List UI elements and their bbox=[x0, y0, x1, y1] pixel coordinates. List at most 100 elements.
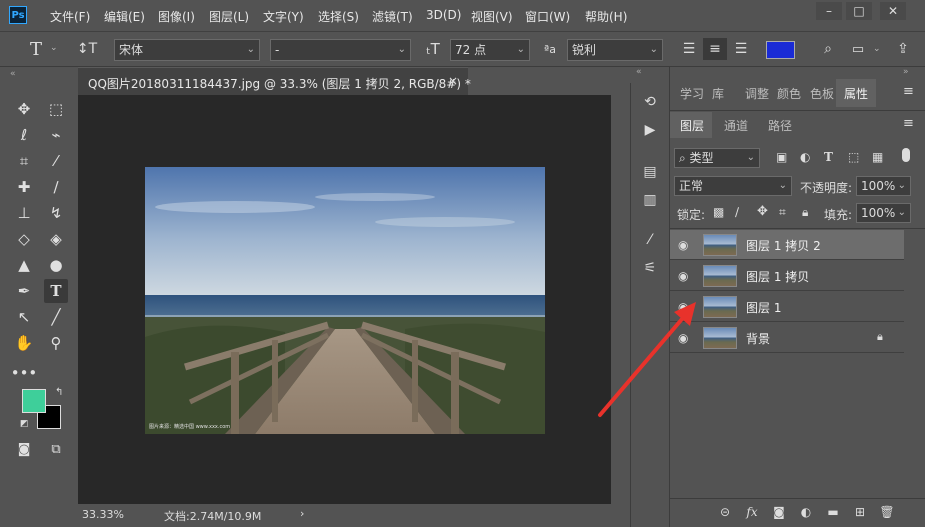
tool-preset-chevron-icon[interactable]: ⌄ bbox=[50, 43, 58, 53]
chevron-down-icon[interactable]: ⌄ bbox=[873, 44, 881, 54]
filter-pixel-icon[interactable]: ▣ bbox=[776, 150, 787, 164]
layer-lock-icon[interactable]: 🔒︎ bbox=[877, 330, 883, 344]
menu-type[interactable]: 文字(Y) bbox=[263, 8, 304, 25]
tab-color[interactable]: 颜色 bbox=[777, 85, 801, 107]
font-style-select[interactable]: - ⌄ bbox=[270, 39, 411, 61]
layer-row[interactable]: ◉ 图层 1 拷贝 2 bbox=[670, 230, 904, 260]
brush-settings-icon[interactable]: ⁄ bbox=[639, 229, 661, 251]
filter-shape-icon[interactable]: ⬚ bbox=[848, 150, 859, 164]
lock-transparent-icon[interactable]: ▩ bbox=[713, 205, 724, 219]
visibility-eye-icon[interactable]: ◉ bbox=[678, 269, 692, 283]
blur-tool-icon[interactable]: ▲ bbox=[12, 253, 36, 277]
lock-position-icon[interactable]: ✥ bbox=[757, 204, 768, 219]
paint-bucket-tool-icon[interactable]: ◈ bbox=[44, 227, 68, 251]
lock-all-icon[interactable]: 🔒︎ bbox=[802, 205, 808, 220]
status-menu-arrow-icon[interactable]: › bbox=[300, 507, 304, 520]
type-tool-icon[interactable]: T bbox=[26, 38, 46, 60]
zoom-level[interactable]: 33.33% bbox=[82, 508, 124, 521]
healing-brush-tool-icon[interactable]: ✚ bbox=[12, 175, 36, 199]
info-panel-icon[interactable]: ▥ bbox=[639, 189, 661, 211]
crop-tool-icon[interactable]: ⌗ bbox=[12, 149, 36, 173]
font-family-select[interactable]: 宋体 ⌄ bbox=[114, 39, 260, 61]
layer-row[interactable]: ◉ 图层 1 拷贝 bbox=[670, 261, 904, 291]
history-panel-icon[interactable]: ⟲ bbox=[639, 91, 661, 113]
search-icon[interactable]: ⌕ bbox=[818, 38, 838, 60]
zoom-tool-icon[interactable]: ⚲ bbox=[44, 331, 68, 355]
menu-layer[interactable]: 图层(L) bbox=[209, 8, 249, 25]
eraser-tool-icon[interactable]: ◇ bbox=[12, 227, 36, 251]
canvas-area[interactable]: 图片来源：精选中国 www.xxx.com bbox=[78, 95, 611, 504]
workspace-icon[interactable]: ▭ bbox=[848, 38, 868, 60]
dodge-tool-icon[interactable]: ● bbox=[44, 253, 68, 277]
default-colors-icon[interactable]: ◩ bbox=[20, 419, 29, 429]
lock-artboard-icon[interactable]: ⌗ bbox=[779, 205, 786, 220]
screen-mode-icon[interactable]: ⧉ bbox=[44, 437, 68, 461]
close-window-icon[interactable]: ✕ bbox=[880, 2, 906, 20]
menu-select[interactable]: 选择(S) bbox=[318, 8, 359, 25]
eyedropper-tool-icon[interactable]: ⁄ bbox=[44, 149, 68, 173]
history-brush-tool-icon[interactable]: ↯ bbox=[44, 201, 68, 225]
blend-mode-select[interactable]: 正常 ⌄ bbox=[674, 176, 792, 196]
type-tool-icon[interactable]: T bbox=[44, 279, 68, 303]
tab-layers[interactable]: 图层 bbox=[680, 117, 704, 134]
collapse-arrows-icon[interactable]: « bbox=[636, 67, 642, 77]
hand-tool-icon[interactable]: ✋ bbox=[12, 331, 36, 355]
filter-smart-object-icon[interactable]: ▦ bbox=[872, 150, 883, 164]
menu-help[interactable]: 帮助(H) bbox=[585, 8, 627, 25]
filter-toggle-icon[interactable] bbox=[902, 148, 910, 162]
tool-presets-icon[interactable]: ⚟ bbox=[639, 257, 661, 279]
lasso-tool-icon[interactable]: ℓ bbox=[12, 123, 36, 147]
font-size-select[interactable]: 72 点 ⌄ bbox=[450, 39, 530, 61]
actions-panel-icon[interactable]: ▶ bbox=[639, 119, 661, 141]
lock-pixels-icon[interactable]: ∕ bbox=[735, 205, 739, 219]
group-icon[interactable]: ▬ bbox=[824, 503, 842, 521]
marquee-tool-icon[interactable]: ⬚ bbox=[44, 97, 68, 121]
tab-swatches[interactable]: 色板 bbox=[810, 85, 834, 107]
brush-tool-icon[interactable]: ∕ bbox=[44, 175, 68, 199]
tab-paths[interactable]: 路径 bbox=[768, 117, 792, 134]
align-center-icon[interactable]: ≡ bbox=[703, 38, 727, 60]
collapse-arrows-icon[interactable]: « bbox=[10, 69, 16, 79]
antialias-select[interactable]: 锐利 ⌄ bbox=[567, 39, 663, 61]
properties-panel-icon[interactable]: ▤ bbox=[639, 161, 661, 183]
swap-colors-icon[interactable]: ↰ bbox=[55, 387, 63, 398]
layer-name[interactable]: 图层 1 bbox=[746, 299, 781, 316]
path-selection-tool-icon[interactable]: ↖ bbox=[12, 305, 36, 329]
orientation-toggle-icon[interactable]: ↕T bbox=[76, 38, 98, 60]
layer-name[interactable]: 图层 1 拷贝 bbox=[746, 268, 809, 285]
tab-libraries[interactable]: 库 bbox=[712, 85, 724, 107]
foreground-color-swatch[interactable] bbox=[22, 389, 46, 413]
document-tab[interactable]: QQ图片20180311184437.jpg @ 33.3% (图层 1 拷贝 … bbox=[78, 67, 471, 95]
menu-window[interactable]: 窗口(W) bbox=[525, 8, 570, 25]
menu-file[interactable]: 文件(F) bbox=[50, 8, 90, 25]
tab-adjustments[interactable]: 调整 bbox=[745, 85, 769, 107]
menu-3d[interactable]: 3D(D) bbox=[426, 8, 461, 22]
align-right-icon[interactable]: ☰ bbox=[730, 38, 752, 60]
filter-type-icon[interactable]: T bbox=[824, 150, 833, 164]
visibility-eye-icon[interactable]: ◉ bbox=[678, 238, 692, 252]
layer-name[interactable]: 背景 bbox=[746, 330, 770, 347]
expand-arrows-icon[interactable]: » bbox=[903, 67, 909, 77]
fx-icon[interactable]: fx bbox=[743, 503, 761, 521]
share-icon[interactable]: ⇪ bbox=[893, 38, 913, 60]
menu-edit[interactable]: 编辑(E) bbox=[104, 8, 145, 25]
clone-stamp-tool-icon[interactable]: ⊥ bbox=[12, 201, 36, 225]
fill-input[interactable]: 100% ⌄ bbox=[856, 203, 911, 223]
layer-name[interactable]: 图层 1 拷贝 2 bbox=[746, 237, 821, 254]
pen-tool-icon[interactable]: ✒ bbox=[12, 279, 36, 303]
quick-mask-icon[interactable]: ◙ bbox=[12, 437, 36, 461]
tab-properties[interactable]: 属性 bbox=[844, 85, 868, 107]
layer-filter-select[interactable]: ⌕ 类型 ⌄ bbox=[674, 148, 760, 168]
more-tools-icon[interactable]: ••• bbox=[11, 361, 38, 385]
filter-adjustment-icon[interactable]: ◐ bbox=[800, 150, 810, 164]
quick-selection-tool-icon[interactable]: ⌁ bbox=[44, 123, 68, 147]
align-left-icon[interactable]: ☰ bbox=[678, 38, 700, 60]
tab-channels[interactable]: 通道 bbox=[724, 117, 748, 134]
opacity-input[interactable]: 100% ⌄ bbox=[856, 176, 911, 196]
move-tool-icon[interactable]: ✥ bbox=[12, 97, 36, 121]
line-tool-icon[interactable]: ╱ bbox=[44, 305, 68, 329]
menu-view[interactable]: 视图(V) bbox=[471, 8, 513, 25]
link-icon[interactable]: ⊝ bbox=[716, 503, 734, 521]
trash-icon[interactable]: 🗑︎ bbox=[878, 503, 896, 521]
canvas-image[interactable]: 图片来源：精选中国 www.xxx.com bbox=[145, 167, 545, 434]
